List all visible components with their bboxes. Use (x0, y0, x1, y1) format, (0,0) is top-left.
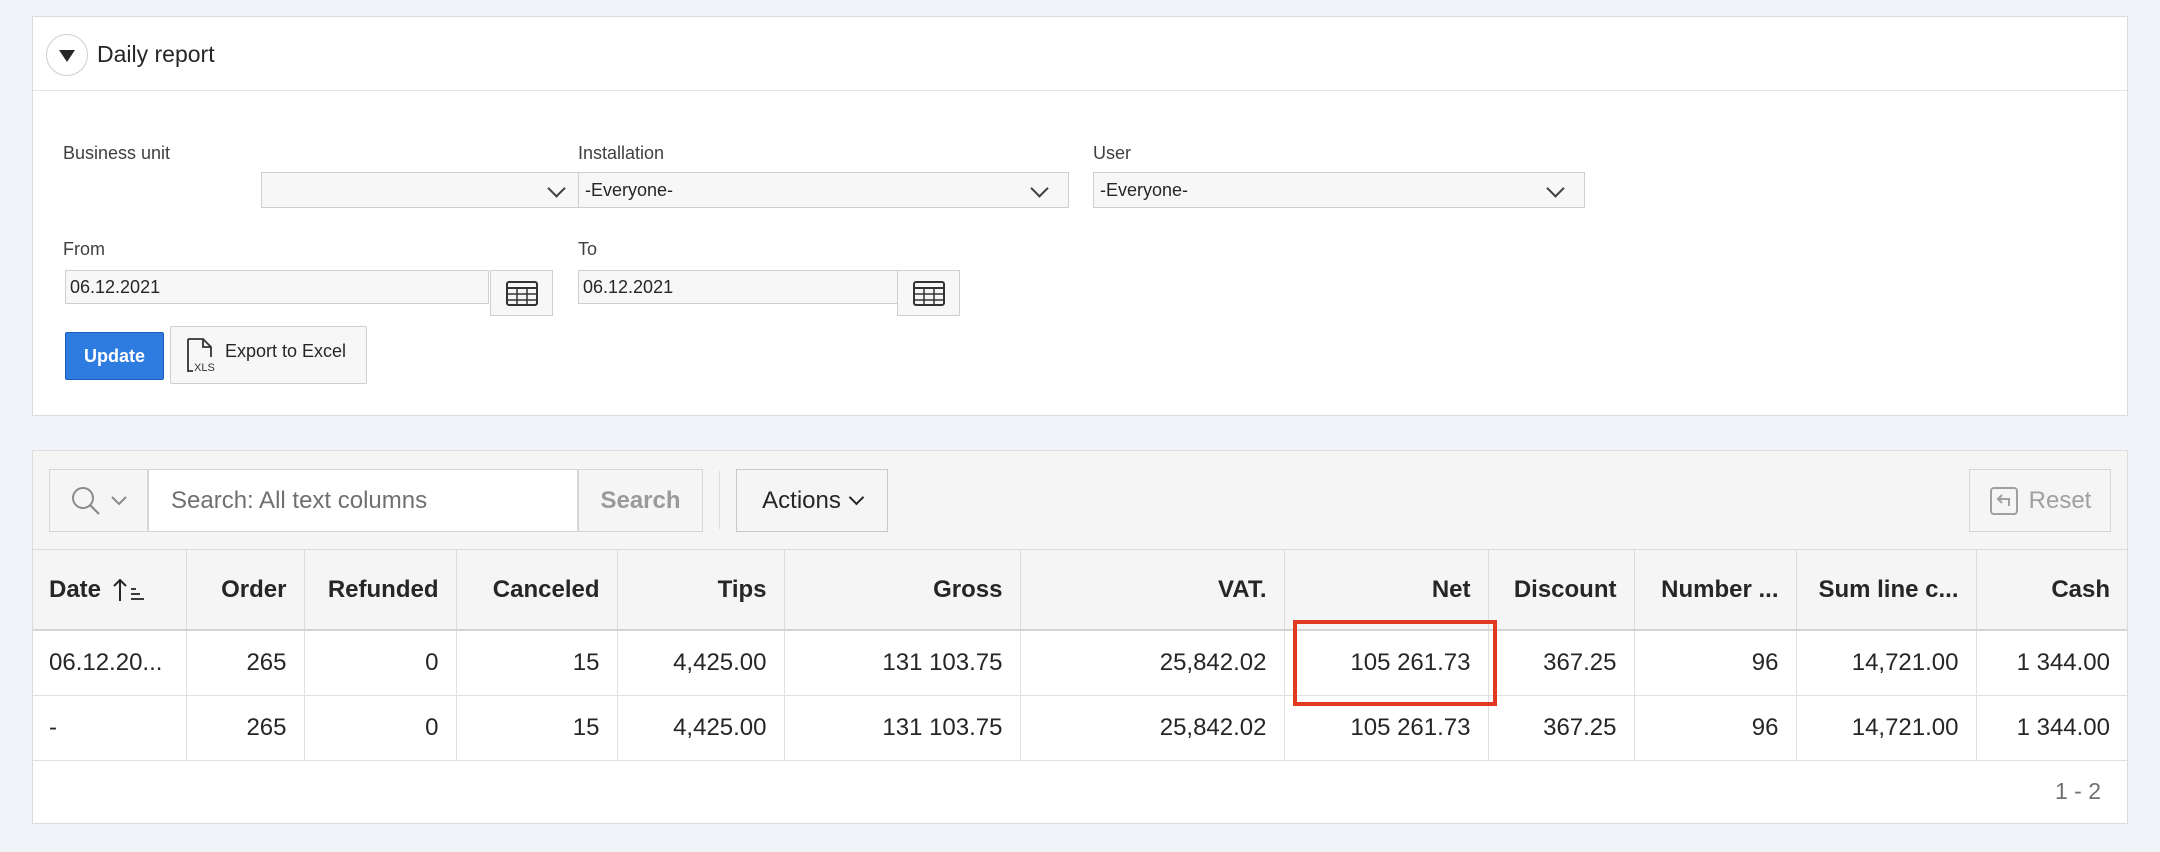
to-calendar-button[interactable] (897, 270, 960, 316)
column-header-gross[interactable]: Gross (784, 550, 1021, 631)
column-header-number[interactable]: Number ... (1634, 550, 1797, 631)
business-unit-select[interactable] (261, 172, 586, 208)
pagination-info: 1 - 2 (2054, 778, 2101, 804)
from-date-value: 06.12.2021 (70, 276, 161, 297)
from-calendar-button[interactable] (490, 270, 553, 316)
calendar-icon (505, 281, 538, 306)
svg-text:XLS: XLS (194, 362, 215, 373)
to-date-value: 06.12.2021 (583, 276, 674, 297)
search-icon (71, 486, 100, 515)
installation-select[interactable]: -Everyone- (578, 172, 1069, 208)
chevron-down-icon (1030, 179, 1049, 198)
actions-menu-button[interactable]: Actions (736, 469, 888, 532)
business-unit-label: Business unit (63, 143, 171, 163)
column-header-sum-line[interactable]: Sum line c... (1796, 550, 1977, 631)
chevron-down-icon (848, 489, 865, 506)
export-excel-label: Export to Excel (225, 340, 347, 361)
xls-file-icon: XLS (187, 338, 215, 373)
cell-sum-line: 14,721.00 (1796, 630, 1977, 696)
column-header-vat[interactable]: VAT. (1020, 550, 1285, 631)
sort-ascending-icon (112, 578, 144, 602)
cell-refunded: 0 (304, 695, 457, 761)
column-header-tips[interactable]: Tips (617, 550, 785, 631)
cell-order: 265 (186, 695, 305, 761)
cell-gross: 131 103.75 (784, 630, 1021, 696)
chevron-down-icon (1546, 179, 1565, 198)
export-excel-button[interactable]: XLS Export to Excel (170, 326, 367, 384)
column-header-discount[interactable]: Discount (1488, 550, 1635, 631)
reset-icon (1989, 486, 2018, 515)
net-cell-highlight (1293, 620, 1497, 706)
region-title: Daily report (97, 41, 215, 67)
cell-canceled: 15 (456, 695, 618, 761)
toolbar-divider (719, 471, 720, 529)
to-date-input[interactable]: 06.12.2021 (578, 270, 898, 304)
cell-vat: 25,842.02 (1020, 695, 1285, 761)
column-header-label: Date (49, 575, 102, 603)
search-column-selector[interactable] (49, 469, 148, 532)
cell-order: 265 (186, 630, 305, 696)
table-header-row: Date Order Refunded Canceled Tips Gross … (33, 550, 2127, 631)
reset-button[interactable]: Reset (1969, 469, 2111, 532)
report-table: Date Order Refunded Canceled Tips Gross … (33, 550, 2127, 761)
user-value: -Everyone- (1100, 179, 1189, 200)
search-placeholder: Search: All text columns (171, 486, 428, 514)
cell-discount: 367.25 (1488, 695, 1635, 761)
column-header-refunded[interactable]: Refunded (304, 550, 457, 631)
cell-canceled: 15 (456, 630, 618, 696)
cell-number: 96 (1634, 695, 1797, 761)
column-header-cash[interactable]: Cash (1976, 550, 2127, 631)
search-input[interactable]: Search: All text columns (148, 469, 578, 532)
user-select[interactable]: -Everyone- (1093, 172, 1585, 208)
to-label: To (578, 239, 598, 259)
report-toolbar: Search: All text columns Search Actions … (33, 451, 2127, 550)
caret-down-icon (59, 50, 75, 62)
column-header-order[interactable]: Order (186, 550, 305, 631)
update-button[interactable]: Update (65, 332, 164, 380)
cell-sum-line: 14,721.00 (1796, 695, 1977, 761)
cell-gross: 131 103.75 (784, 695, 1021, 761)
daily-report-region: Daily report Business unit Installation … (32, 16, 2128, 416)
table-row: 06.12.20... 265 0 15 4,425.00 131 103.75… (33, 630, 2127, 696)
cell-tips: 4,425.00 (617, 695, 785, 761)
installation-label: Installation (578, 143, 665, 163)
chevron-down-icon (110, 495, 127, 505)
column-header-canceled[interactable]: Canceled (456, 550, 618, 631)
column-header-net[interactable]: Net (1284, 550, 1489, 631)
cell-date: - (33, 695, 187, 761)
cell-refunded: 0 (304, 630, 457, 696)
region-header: Daily report (33, 17, 2127, 91)
installation-value: -Everyone- (585, 179, 674, 200)
chevron-down-icon (547, 179, 566, 198)
cell-cash: 1 344.00 (1976, 695, 2127, 761)
collapse-toggle-button[interactable] (46, 34, 88, 76)
user-label: User (1093, 143, 1132, 163)
search-button[interactable]: Search (578, 469, 703, 532)
from-label: From (63, 239, 105, 259)
cell-tips: 4,425.00 (617, 630, 785, 696)
from-date-input[interactable]: 06.12.2021 (65, 270, 489, 304)
cell-number: 96 (1634, 630, 1797, 696)
cell-discount: 367.25 (1488, 630, 1635, 696)
actions-label: Actions (762, 486, 841, 514)
reset-label: Reset (2028, 486, 2092, 514)
calendar-icon (912, 281, 945, 306)
interactive-report: Search: All text columns Search Actions … (32, 450, 2128, 824)
column-header-date[interactable]: Date (33, 550, 187, 631)
cell-cash: 1 344.00 (1976, 630, 2127, 696)
cell-vat: 25,842.02 (1020, 630, 1285, 696)
cell-date: 06.12.20... (33, 630, 187, 696)
table-row: - 265 0 15 4,425.00 131 103.75 25,842.02… (33, 695, 2127, 761)
